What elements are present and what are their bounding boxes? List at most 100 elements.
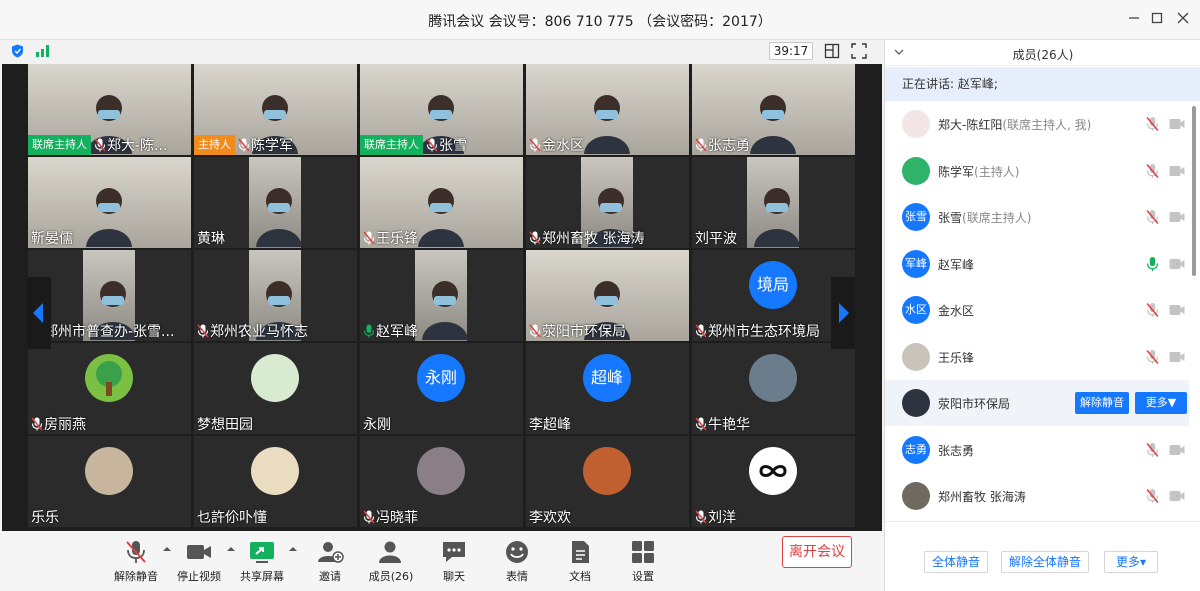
participant-tile[interactable]: 张志勇 bbox=[692, 64, 855, 155]
participant-tile[interactable]: 超峰 李超峰 bbox=[526, 343, 689, 434]
mic-muted-icon[interactable] bbox=[1146, 488, 1159, 504]
member-row[interactable]: 张雪 张雪(联席主持人) bbox=[885, 194, 1189, 240]
member-row[interactable]: 郑州畜牧 张海涛 bbox=[885, 473, 1189, 519]
chat-button[interactable]: 聊天 bbox=[426, 539, 482, 584]
member-unmute-button[interactable]: 解除静音 bbox=[1075, 392, 1129, 414]
member-row[interactable]: 军峰 赵军峰 bbox=[885, 241, 1189, 287]
participant-tile[interactable]: 主持人 陈学军 bbox=[194, 64, 357, 155]
participant-tile[interactable]: 冯晓菲 bbox=[360, 436, 523, 527]
stop-video-button[interactable]: 停止视频 bbox=[171, 539, 227, 584]
next-page-arrow[interactable] bbox=[831, 277, 855, 349]
mic-active-icon[interactable] bbox=[1146, 256, 1159, 272]
share-screen-icon bbox=[250, 542, 274, 563]
participant-name: 乐乐 bbox=[31, 510, 59, 526]
prev-page-arrow[interactable] bbox=[27, 277, 51, 349]
maximize-icon[interactable] bbox=[1145, 8, 1169, 32]
settings-button[interactable]: 设置 bbox=[615, 539, 671, 584]
participant-tile[interactable]: 赵军峰 bbox=[360, 250, 523, 341]
participant-tile[interactable]: 乐乐 bbox=[28, 436, 191, 527]
member-row[interactable]: 王乐锋 bbox=[885, 334, 1189, 380]
mic-muted-icon[interactable] bbox=[1146, 163, 1159, 179]
mic-muted-icon bbox=[363, 231, 375, 245]
participant-tile[interactable]: 联席主持人 郑大-陈... bbox=[28, 64, 191, 155]
minimize-icon[interactable] bbox=[1122, 8, 1146, 32]
mic-muted-icon bbox=[94, 138, 106, 152]
participant-tile[interactable]: 联席主持人 张雪 bbox=[360, 64, 523, 155]
member-avatar: 军峰 bbox=[902, 249, 930, 278]
participant-namebar: 李欢欢 bbox=[526, 507, 575, 527]
participant-tile[interactable]: 郑州畜牧 张海涛 bbox=[526, 157, 689, 248]
camera-icon[interactable] bbox=[1169, 165, 1185, 177]
participant-avatar: 永刚 bbox=[417, 354, 465, 402]
members-button[interactable]: 成员(26) bbox=[363, 539, 419, 584]
participant-name: 李超峰 bbox=[529, 417, 571, 433]
member-name: 陈学军(主持人) bbox=[938, 163, 1019, 180]
member-list-scrollbar[interactable] bbox=[1192, 106, 1196, 276]
camera-icon[interactable] bbox=[1169, 351, 1185, 363]
share-screen-button[interactable]: 共享屏幕 bbox=[234, 539, 290, 584]
camera-icon[interactable] bbox=[1169, 118, 1185, 130]
participant-tile[interactable]: 永刚 永刚 bbox=[360, 343, 523, 434]
member-avatar bbox=[902, 389, 930, 417]
participant-avatar-image bbox=[749, 354, 797, 402]
mic-options-caret-icon[interactable] bbox=[163, 545, 171, 553]
participant-tile[interactable]: 荥阳市环保局 bbox=[526, 250, 689, 341]
unmute-all-button[interactable]: 解除全体静音 bbox=[1001, 551, 1089, 573]
participant-tile[interactable]: 李欢欢 bbox=[526, 436, 689, 527]
document-icon bbox=[572, 541, 589, 563]
invite-button[interactable]: 邀请 bbox=[302, 539, 358, 584]
member-row[interactable]: 志勇 张志勇 bbox=[885, 427, 1189, 473]
participant-tile[interactable]: 牛艳华 bbox=[692, 343, 855, 434]
camera-icon[interactable] bbox=[1169, 211, 1185, 223]
mute-all-button[interactable]: 全体静音 bbox=[924, 551, 988, 573]
member-row[interactable]: 郑大-陈红阳(联席主持人, 我) bbox=[885, 101, 1189, 147]
participant-tile[interactable]: 黄琳 bbox=[194, 157, 357, 248]
mic-muted-icon[interactable] bbox=[1146, 442, 1159, 458]
security-shield-icon[interactable] bbox=[11, 44, 24, 58]
more-options-button[interactable]: 更多▾ bbox=[1104, 551, 1158, 573]
member-row[interactable]: 荥阳市环保局 解除静音 更多▼ bbox=[885, 380, 1189, 426]
participant-namebar: 冯晓菲 bbox=[360, 507, 422, 527]
participant-tile[interactable]: 乜許伱卟懂 bbox=[194, 436, 357, 527]
participant-avatar-image bbox=[583, 447, 631, 495]
mic-muted-icon[interactable] bbox=[1146, 302, 1159, 318]
signal-strength-icon[interactable] bbox=[35, 44, 51, 57]
camera-icon[interactable] bbox=[1169, 444, 1185, 456]
member-row[interactable]: 陈学军(主持人) bbox=[885, 148, 1189, 194]
layout-switch-icon[interactable] bbox=[824, 43, 840, 59]
participant-namebar: 王乐锋 bbox=[360, 228, 422, 248]
participant-tile[interactable]: 靳晏儒 bbox=[28, 157, 191, 248]
share-options-caret-icon[interactable] bbox=[289, 545, 297, 553]
member-role: (联席主持人, 我) bbox=[1002, 118, 1092, 132]
member-name: 王乐锋 bbox=[938, 349, 974, 366]
participant-tile[interactable]: 房丽燕 bbox=[28, 343, 191, 434]
participant-tile[interactable]: 郑州市普查办-张雪... bbox=[28, 250, 191, 341]
docs-button[interactable]: 文档 bbox=[552, 539, 608, 584]
reaction-button[interactable]: 表情 bbox=[489, 539, 545, 584]
participant-namebar: 郑州农业马怀志 bbox=[194, 321, 312, 341]
person-silhouette bbox=[256, 188, 302, 247]
participant-tile[interactable]: 金水区 bbox=[526, 64, 689, 155]
participant-name: 郑州市生态环境局 bbox=[708, 324, 820, 340]
close-icon[interactable] bbox=[1171, 8, 1195, 32]
member-row[interactable]: 水区 金水区 bbox=[885, 287, 1189, 333]
participant-tile[interactable]: 王乐锋 bbox=[360, 157, 523, 248]
mic-muted-icon[interactable] bbox=[1146, 349, 1159, 365]
unmute-button[interactable]: 解除静音 bbox=[108, 539, 164, 584]
participant-tile[interactable]: 刘平波 bbox=[692, 157, 855, 248]
camera-icon[interactable] bbox=[1169, 304, 1185, 316]
mic-muted-icon bbox=[695, 324, 707, 338]
camera-icon[interactable] bbox=[1169, 490, 1185, 502]
member-avatar: 水区 bbox=[902, 296, 930, 324]
camera-icon[interactable] bbox=[1169, 258, 1185, 270]
participant-tile[interactable]: 梦想田园 bbox=[194, 343, 357, 434]
mic-muted-icon[interactable] bbox=[1146, 116, 1159, 132]
participant-tile[interactable]: 刘洋 bbox=[692, 436, 855, 527]
camera-icon bbox=[187, 545, 211, 559]
member-more-button[interactable]: 更多▼ bbox=[1135, 392, 1187, 414]
mic-muted-icon[interactable] bbox=[1146, 209, 1159, 225]
participant-tile[interactable]: 郑州农业马怀志 bbox=[194, 250, 357, 341]
leave-meeting-button[interactable]: 离开会议 bbox=[782, 536, 852, 568]
fullscreen-icon[interactable] bbox=[851, 43, 867, 59]
participant-name: 牛艳华 bbox=[708, 417, 750, 433]
